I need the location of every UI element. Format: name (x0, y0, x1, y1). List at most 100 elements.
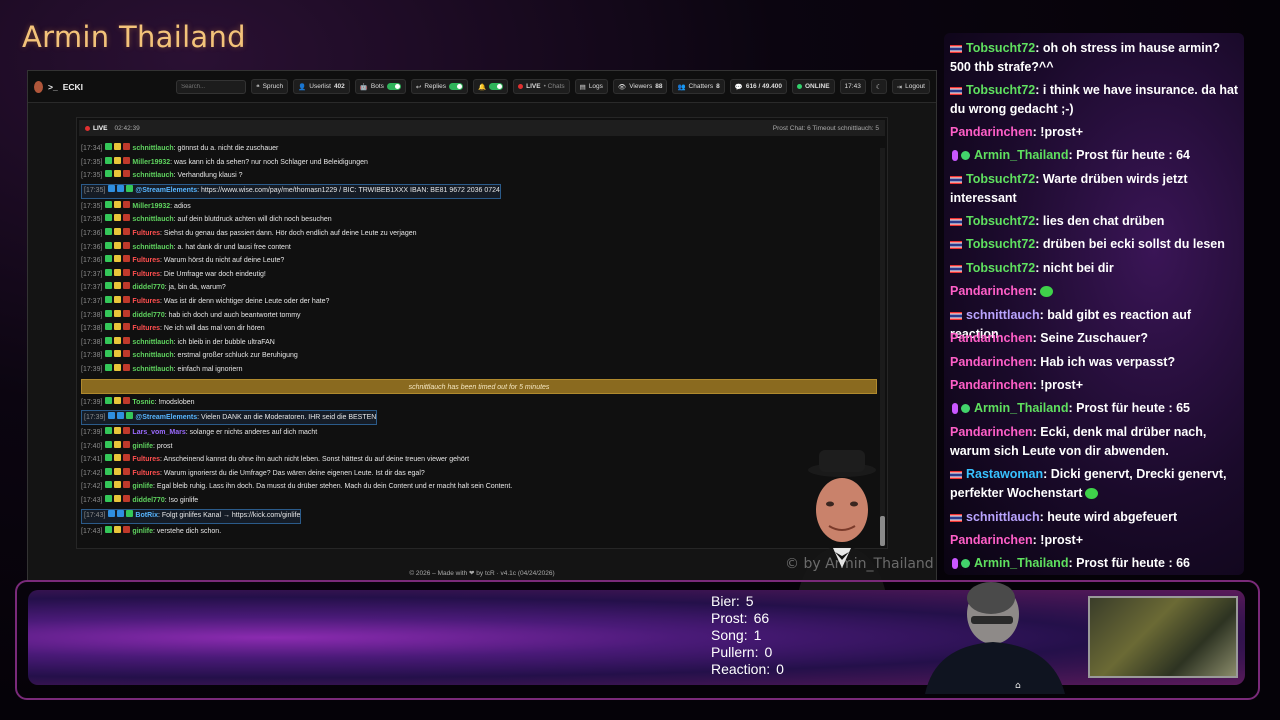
brand[interactable]: >_ ECKI (34, 80, 171, 93)
counters-panel: Bier: 5 Prost: 66 Song: 1 Pullern: 0 Reaction: 0 (711, 593, 784, 678)
chat-message: [17:37] Fultures: Die Umfrage war doch ei… (81, 268, 881, 282)
message-username[interactable]: schnittlauch (132, 363, 173, 377)
replies-switch[interactable] (449, 83, 464, 90)
message-username[interactable]: diddel770 (132, 309, 164, 323)
message-username[interactable]: Fultures (132, 467, 160, 481)
badge-icon (105, 268, 113, 276)
chat-message: [17:37] diddel770: ja, bin da, warum? (81, 281, 881, 295)
clock: 17:43 (839, 79, 866, 94)
message-username[interactable]: diddel770 (132, 494, 164, 508)
badge-icon (105, 282, 113, 290)
badge-icon (105, 323, 113, 331)
chatters-label: Chatters (688, 83, 714, 90)
bots-toggle[interactable]: 🤖 Bots (354, 79, 406, 94)
message-text: : verstehe dich schon. (153, 527, 222, 535)
message-username[interactable]: schnittlauch (132, 336, 173, 350)
message-username[interactable]: Fultures (132, 254, 160, 268)
thailand-flag-icon (950, 86, 962, 95)
chat-message-list[interactable]: [17:34] schnittlauch: gönnst du a. nicht … (81, 142, 881, 538)
logs-label: Logs (588, 83, 603, 90)
message-username[interactable]: ginlife (132, 440, 153, 454)
overlay-chat-message: Armin_Thailand: Prost für heute : 65 (950, 399, 1240, 418)
overlay-username: Pandarinchen (950, 378, 1033, 392)
badge-icon (123, 495, 131, 503)
thailand-flag-icon (950, 470, 962, 479)
message-username[interactable]: Tosnic (132, 396, 154, 410)
badge-icon (117, 411, 125, 419)
message-timestamp: [17:36] (81, 257, 103, 265)
online-dot-icon (796, 84, 802, 89)
badge-icon (114, 525, 122, 533)
message-username[interactable]: @StreamElements (135, 411, 197, 425)
replies-toggle[interactable]: ↩ Replies (410, 79, 469, 94)
badge-icon (105, 481, 113, 489)
badge-icon (123, 214, 131, 222)
message-username[interactable]: schnittlauch (132, 213, 173, 227)
message-username[interactable]: Fultures (132, 268, 160, 282)
overlay-chat-message: Pandarinchen: !prost+ (950, 123, 1240, 142)
message-username[interactable]: Fultures (132, 322, 160, 336)
message-username[interactable]: diddel770 (132, 281, 164, 295)
message-username[interactable]: schnittlauch (132, 142, 173, 156)
reply-icon: ↩ (415, 83, 422, 91)
spruch-button[interactable]: ❝ Spruch (251, 79, 289, 94)
microphone-icon (952, 558, 958, 570)
message-username[interactable]: Miller19932 (132, 200, 170, 214)
message-username[interactable]: @StreamElements (135, 184, 197, 198)
message-username[interactable]: schnittlauch (132, 169, 173, 183)
userlist-button[interactable]: 👤 Userlist 402 (293, 79, 350, 94)
message-username[interactable]: schnittlauch (132, 241, 173, 255)
message-timestamp: [17:34] (81, 145, 103, 152)
badge-icon (105, 241, 113, 249)
message-username[interactable]: Fultures (132, 453, 160, 467)
message-text: : ja, bin da, warum? (164, 284, 226, 292)
badge-icon (114, 268, 122, 276)
message-username[interactable]: ginlife (132, 525, 153, 539)
badge-icon (105, 454, 113, 462)
logs-button[interactable]: ▤ Logs (574, 79, 608, 94)
chatters-count: 8 (716, 83, 720, 90)
bots-switch[interactable] (386, 83, 401, 90)
user-badges (105, 396, 132, 410)
message-username[interactable]: Miller19932 (132, 156, 170, 170)
watermark: © by Armin_Thailand (785, 556, 934, 572)
live-chats-button[interactable]: LIVE • Chats (513, 79, 570, 94)
badge-icon (114, 156, 122, 164)
user-badges (105, 200, 132, 214)
overlay-username: Tobsucht72 (966, 41, 1036, 55)
spruch-label: Spruch (262, 83, 284, 90)
message-timestamp: [17:39] (81, 429, 103, 437)
theme-toggle[interactable]: ☾ (870, 79, 887, 94)
counter-label: Song: (711, 627, 748, 643)
overlay-username: Pandarinchen (950, 355, 1033, 369)
overlay-chat-message: Tobsucht72: Warte drüben wirds jetzt int… (950, 170, 1240, 208)
overlay-username: schnittlauch (966, 510, 1040, 524)
viewers-button[interactable]: 👁 Viewers 88 (612, 79, 668, 94)
message-text: : a. hat dank dir und lausi free content (173, 243, 291, 251)
user-badges (105, 363, 132, 377)
microphone-icon (952, 150, 958, 162)
logout-button[interactable]: ⇥ Logout (891, 79, 930, 94)
counter-value: 0 (776, 661, 784, 677)
sound-toggle[interactable]: 🔔 (473, 79, 509, 94)
chat-message: [17:39] @StreamElements: Vielen DANK an d… (81, 410, 378, 426)
message-username[interactable]: Lars_vom_Mars (132, 426, 185, 440)
badge-icon (114, 214, 122, 222)
message-username[interactable]: BotRix (135, 509, 158, 523)
sound-switch[interactable] (489, 83, 504, 90)
search-input[interactable] (176, 79, 247, 94)
message-username[interactable]: Fultures (132, 295, 160, 309)
message-timestamp: [17:37] (81, 284, 103, 292)
overlay-message-text: : lies den chat drüben (1035, 214, 1165, 228)
stream-title: Armin Thailand (22, 20, 246, 54)
live-bar-label: LIVE (93, 124, 108, 132)
message-username[interactable]: schnittlauch (132, 349, 173, 363)
thailand-flag-icon (950, 175, 962, 184)
chatters-button[interactable]: 👥 Chatters 8 (672, 79, 725, 94)
message-text: : Vielen DANK an die Moderatoren. IHR se… (197, 413, 377, 421)
overlay-username: Armin_Thailand (974, 556, 1069, 570)
overlay-chat-message: Tobsucht72: nicht bei dir (950, 259, 1240, 278)
message-username[interactable]: Fultures (132, 227, 160, 241)
message-username[interactable]: ginlife (132, 480, 153, 494)
viewers-label: Viewers (629, 83, 653, 90)
